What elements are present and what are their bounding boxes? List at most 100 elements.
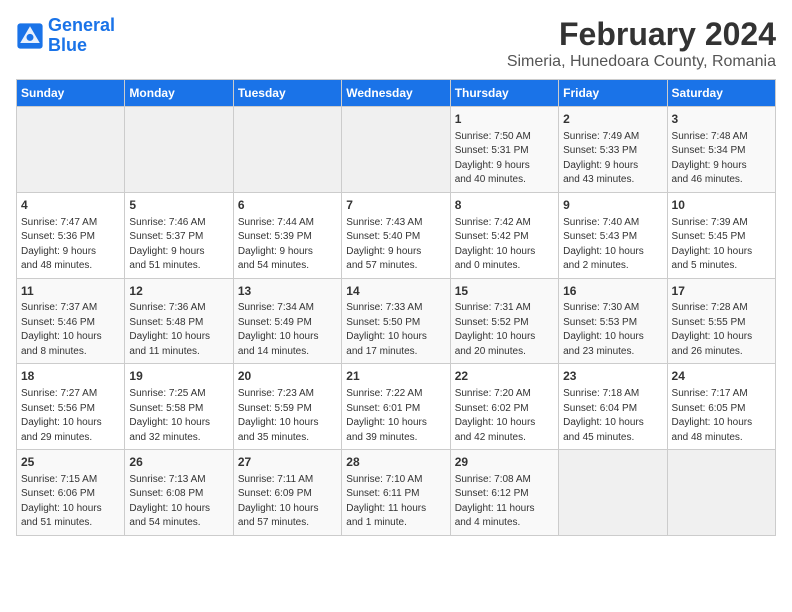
day-info: Sunrise: 7:18 AM Sunset: 6:04 PM Dayligh… bbox=[563, 387, 662, 445]
day-number: 17 bbox=[672, 283, 771, 300]
calendar-cell: 3 Sunrise: 7:48 AM Sunset: 5:34 PM Daylig… bbox=[667, 107, 775, 193]
calendar-cell bbox=[17, 107, 125, 193]
calendar-cell: 29 Sunrise: 7:08 AM Sunset: 6:12 PM Dayli… bbox=[450, 450, 558, 536]
day-info: Sunrise: 7:17 AM Sunset: 6:05 PM Dayligh… bbox=[672, 387, 771, 445]
calendar-cell: 8Sunrise: 7:42 AM Sunset: 5:42 PM Daylig… bbox=[450, 192, 558, 278]
day-number: 15 bbox=[455, 283, 554, 300]
day-number: 6 bbox=[238, 197, 337, 214]
calendar-cell: 25 Sunrise: 7:15 AM Sunset: 6:06 PM Dayli… bbox=[17, 450, 125, 536]
day-number: 8 bbox=[455, 197, 554, 214]
calendar-week-row: 11Sunrise: 7:37 AM Sunset: 5:46 PM Dayli… bbox=[17, 278, 776, 364]
day-info: Sunrise: 7:11 AM Sunset: 6:09 PM Dayligh… bbox=[238, 473, 337, 531]
calendar-cell: 20 Sunrise: 7:23 AM Sunset: 5:59 PM Dayli… bbox=[233, 364, 341, 450]
calendar-cell: 18 Sunrise: 7:27 AM Sunset: 5:56 PM Dayli… bbox=[17, 364, 125, 450]
calendar-cell: 7 Sunrise: 7:43 AM Sunset: 5:40 PM Daylig… bbox=[342, 192, 450, 278]
day-info: Sunrise: 7:22 AM Sunset: 6:01 PM Dayligh… bbox=[346, 387, 445, 445]
calendar-cell bbox=[342, 107, 450, 193]
day-info: Sunrise: 7:44 AM Sunset: 5:39 PM Dayligh… bbox=[238, 216, 337, 274]
day-number: 19 bbox=[129, 368, 228, 385]
main-title: February 2024 bbox=[507, 16, 776, 53]
calendar-cell: 13Sunrise: 7:34 AM Sunset: 5:49 PM Dayli… bbox=[233, 278, 341, 364]
day-info: Sunrise: 7:27 AM Sunset: 5:56 PM Dayligh… bbox=[21, 387, 120, 445]
calendar-cell: 5 Sunrise: 7:46 AM Sunset: 5:37 PM Daylig… bbox=[125, 192, 233, 278]
day-number: 10 bbox=[672, 197, 771, 214]
day-info: Sunrise: 7:08 AM Sunset: 6:12 PM Dayligh… bbox=[455, 473, 554, 531]
day-info: Sunrise: 7:49 AM Sunset: 5:33 PM Dayligh… bbox=[563, 130, 662, 188]
calendar-cell: 12Sunrise: 7:36 AM Sunset: 5:48 PM Dayli… bbox=[125, 278, 233, 364]
day-number: 21 bbox=[346, 368, 445, 385]
day-number: 28 bbox=[346, 454, 445, 471]
calendar-week-row: 25 Sunrise: 7:15 AM Sunset: 6:06 PM Dayli… bbox=[17, 450, 776, 536]
day-number: 11 bbox=[21, 283, 120, 300]
calendar-week-row: 1 Sunrise: 7:50 AM Sunset: 5:31 PM Daylig… bbox=[17, 107, 776, 193]
day-info: Sunrise: 7:15 AM Sunset: 6:06 PM Dayligh… bbox=[21, 473, 120, 531]
weekday-header-tuesday: Tuesday bbox=[233, 80, 341, 107]
day-number: 12 bbox=[129, 283, 228, 300]
calendar-cell bbox=[667, 450, 775, 536]
calendar-cell: 23 Sunrise: 7:18 AM Sunset: 6:04 PM Dayli… bbox=[559, 364, 667, 450]
calendar-cell: 14Sunrise: 7:33 AM Sunset: 5:50 PM Dayli… bbox=[342, 278, 450, 364]
calendar-cell: 28 Sunrise: 7:10 AM Sunset: 6:11 PM Dayli… bbox=[342, 450, 450, 536]
logo-text: General Blue bbox=[48, 16, 115, 56]
day-number: 25 bbox=[21, 454, 120, 471]
logo-icon bbox=[16, 22, 44, 50]
calendar-cell: 21 Sunrise: 7:22 AM Sunset: 6:01 PM Dayli… bbox=[342, 364, 450, 450]
day-info: Sunrise: 7:46 AM Sunset: 5:37 PM Dayligh… bbox=[129, 216, 228, 274]
calendar-week-row: 18 Sunrise: 7:27 AM Sunset: 5:56 PM Dayli… bbox=[17, 364, 776, 450]
day-info: Sunrise: 7:28 AM Sunset: 5:55 PM Dayligh… bbox=[672, 301, 771, 359]
day-number: 27 bbox=[238, 454, 337, 471]
day-info: Sunrise: 7:34 AM Sunset: 5:49 PM Dayligh… bbox=[238, 301, 337, 359]
weekday-header-saturday: Saturday bbox=[667, 80, 775, 107]
day-info: Sunrise: 7:37 AM Sunset: 5:46 PM Dayligh… bbox=[21, 301, 120, 359]
day-info: Sunrise: 7:20 AM Sunset: 6:02 PM Dayligh… bbox=[455, 387, 554, 445]
day-number: 1 bbox=[455, 111, 554, 128]
calendar-cell: 19 Sunrise: 7:25 AM Sunset: 5:58 PM Dayli… bbox=[125, 364, 233, 450]
weekday-header-row: SundayMondayTuesdayWednesdayThursdayFrid… bbox=[17, 80, 776, 107]
day-number: 7 bbox=[346, 197, 445, 214]
calendar-cell: 11Sunrise: 7:37 AM Sunset: 5:46 PM Dayli… bbox=[17, 278, 125, 364]
day-info: Sunrise: 7:33 AM Sunset: 5:50 PM Dayligh… bbox=[346, 301, 445, 359]
day-info: Sunrise: 7:31 AM Sunset: 5:52 PM Dayligh… bbox=[455, 301, 554, 359]
day-number: 29 bbox=[455, 454, 554, 471]
day-info: Sunrise: 7:50 AM Sunset: 5:31 PM Dayligh… bbox=[455, 130, 554, 188]
calendar-week-row: 4Sunrise: 7:47 AM Sunset: 5:36 PM Daylig… bbox=[17, 192, 776, 278]
day-info: Sunrise: 7:13 AM Sunset: 6:08 PM Dayligh… bbox=[129, 473, 228, 531]
calendar-cell: 9Sunrise: 7:40 AM Sunset: 5:43 PM Daylig… bbox=[559, 192, 667, 278]
calendar-cell: 17Sunrise: 7:28 AM Sunset: 5:55 PM Dayli… bbox=[667, 278, 775, 364]
day-info: Sunrise: 7:10 AM Sunset: 6:11 PM Dayligh… bbox=[346, 473, 445, 531]
day-info: Sunrise: 7:36 AM Sunset: 5:48 PM Dayligh… bbox=[129, 301, 228, 359]
weekday-header-monday: Monday bbox=[125, 80, 233, 107]
title-area: February 2024 Simeria, Hunedoara County,… bbox=[507, 16, 776, 71]
calendar-cell bbox=[233, 107, 341, 193]
calendar-cell: 10 Sunrise: 7:39 AM Sunset: 5:45 PM Dayli… bbox=[667, 192, 775, 278]
subtitle: Simeria, Hunedoara County, Romania bbox=[507, 53, 776, 71]
day-info: Sunrise: 7:48 AM Sunset: 5:34 PM Dayligh… bbox=[672, 130, 771, 188]
day-number: 9 bbox=[563, 197, 662, 214]
calendar-cell: 22 Sunrise: 7:20 AM Sunset: 6:02 PM Dayli… bbox=[450, 364, 558, 450]
weekday-header-sunday: Sunday bbox=[17, 80, 125, 107]
calendar-cell bbox=[559, 450, 667, 536]
weekday-header-wednesday: Wednesday bbox=[342, 80, 450, 107]
calendar-cell: 1 Sunrise: 7:50 AM Sunset: 5:31 PM Daylig… bbox=[450, 107, 558, 193]
day-info: Sunrise: 7:39 AM Sunset: 5:45 PM Dayligh… bbox=[672, 216, 771, 274]
day-info: Sunrise: 7:43 AM Sunset: 5:40 PM Dayligh… bbox=[346, 216, 445, 274]
day-number: 13 bbox=[238, 283, 337, 300]
calendar-cell: 24 Sunrise: 7:17 AM Sunset: 6:05 PM Dayli… bbox=[667, 364, 775, 450]
day-number: 23 bbox=[563, 368, 662, 385]
day-number: 26 bbox=[129, 454, 228, 471]
calendar-cell: 26 Sunrise: 7:13 AM Sunset: 6:08 PM Dayli… bbox=[125, 450, 233, 536]
day-number: 5 bbox=[129, 197, 228, 214]
day-number: 14 bbox=[346, 283, 445, 300]
day-info: Sunrise: 7:23 AM Sunset: 5:59 PM Dayligh… bbox=[238, 387, 337, 445]
day-info: Sunrise: 7:47 AM Sunset: 5:36 PM Dayligh… bbox=[21, 216, 120, 274]
weekday-header-thursday: Thursday bbox=[450, 80, 558, 107]
day-number: 22 bbox=[455, 368, 554, 385]
day-info: Sunrise: 7:25 AM Sunset: 5:58 PM Dayligh… bbox=[129, 387, 228, 445]
day-number: 20 bbox=[238, 368, 337, 385]
day-number: 3 bbox=[672, 111, 771, 128]
day-number: 18 bbox=[21, 368, 120, 385]
header: General Blue February 2024 Simeria, Hune… bbox=[16, 16, 776, 71]
calendar-cell bbox=[125, 107, 233, 193]
day-number: 24 bbox=[672, 368, 771, 385]
day-number: 2 bbox=[563, 111, 662, 128]
